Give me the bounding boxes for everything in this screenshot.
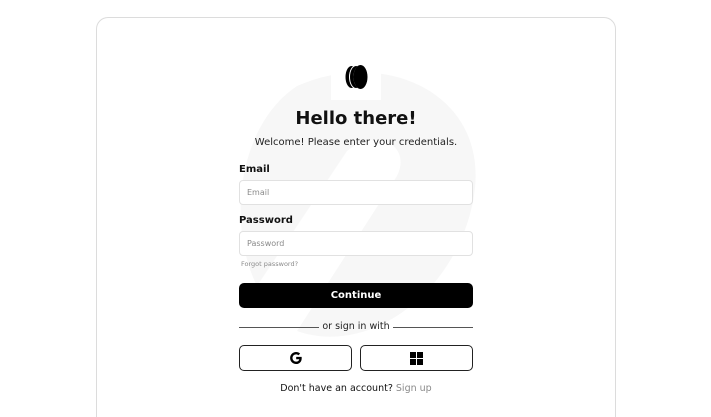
email-label: Email bbox=[239, 164, 270, 175]
social-divider: or sign in with bbox=[239, 320, 473, 334]
password-label: Password bbox=[239, 215, 293, 226]
windows-icon bbox=[410, 351, 423, 365]
divider-line-right bbox=[393, 327, 473, 328]
signup-prompt-text: Don't have an account? bbox=[280, 383, 393, 394]
page-subtitle: Welcome! Please enter your credentials. bbox=[254, 137, 458, 148]
forgot-password-link[interactable]: Forgot password? bbox=[241, 260, 298, 268]
login-card: Hello there! Welcome! Please enter your … bbox=[96, 17, 616, 417]
microsoft-sign-in-button[interactable] bbox=[360, 345, 473, 371]
sign-up-link[interactable]: Sign up bbox=[396, 383, 432, 394]
google-sign-in-button[interactable] bbox=[239, 345, 352, 371]
logo bbox=[331, 54, 381, 100]
google-icon bbox=[289, 352, 302, 364]
stacked-circles-logo-icon bbox=[345, 65, 368, 89]
email-field[interactable] bbox=[239, 180, 473, 205]
page-title: Hello there! bbox=[295, 108, 417, 129]
continue-button[interactable]: Continue bbox=[239, 283, 473, 308]
password-field[interactable] bbox=[239, 231, 473, 256]
signup-prompt: Don't have an account? Sign up bbox=[97, 383, 615, 394]
background-watermark-shape bbox=[240, 72, 476, 337]
